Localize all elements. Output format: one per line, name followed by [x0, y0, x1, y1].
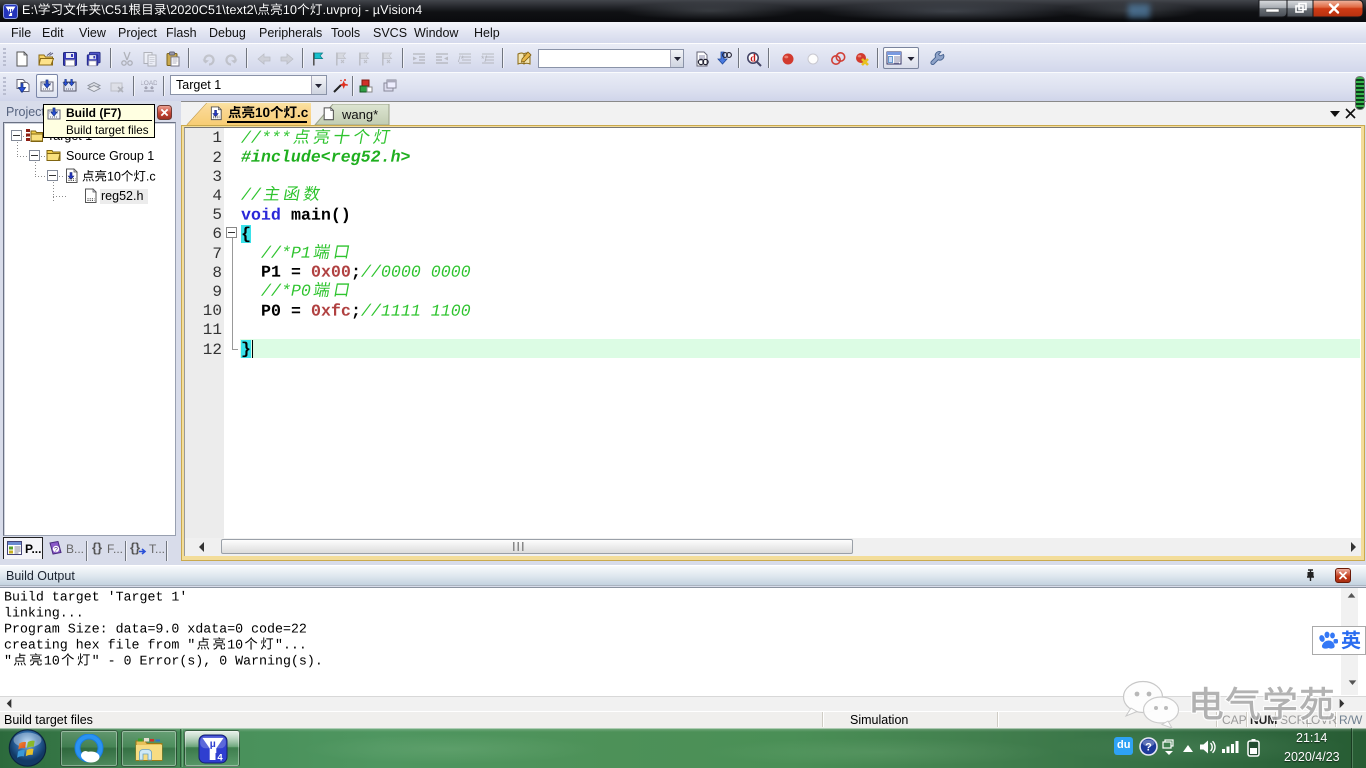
- svg-text:µ: µ: [210, 738, 216, 750]
- svg-text:LOAD: LOAD: [141, 80, 157, 87]
- svg-text:?: ?: [1145, 742, 1152, 754]
- svg-text:4: 4: [217, 753, 223, 764]
- svg-text:/*: /*: [458, 54, 465, 64]
- svg-text:µ: µ: [8, 8, 12, 15]
- svg-text:?: ?: [54, 547, 58, 554]
- svg-text:*/: */: [481, 54, 488, 64]
- svg-text:d: d: [750, 54, 756, 65]
